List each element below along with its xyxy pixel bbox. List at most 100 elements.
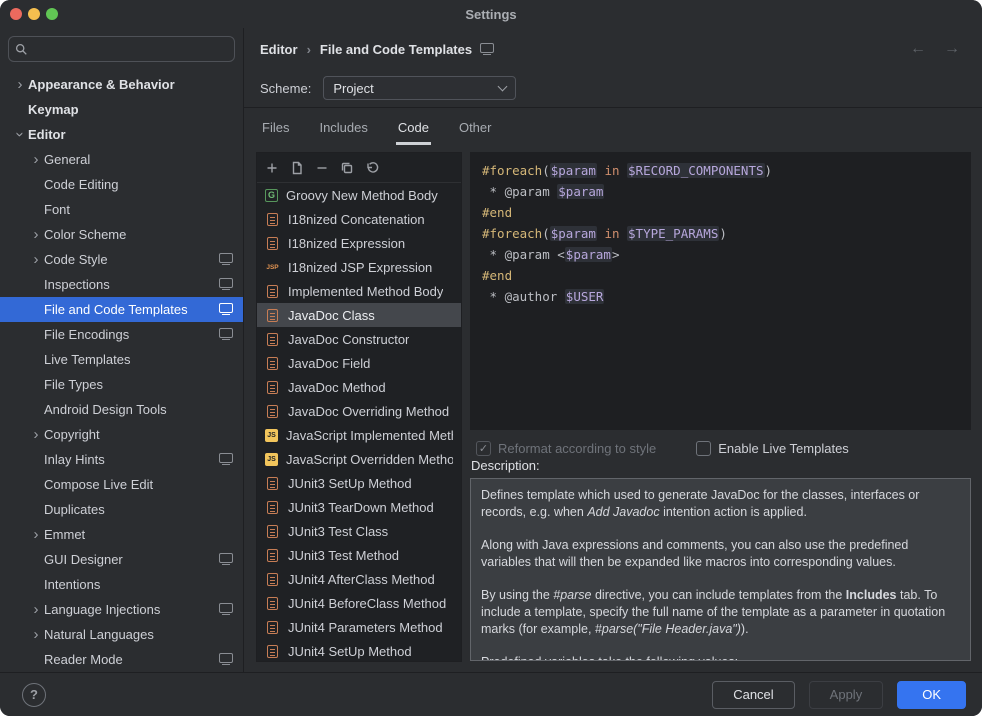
template-file-icon [267, 381, 278, 394]
breadcrumb-separator: › [307, 42, 311, 57]
monitor-icon [219, 603, 233, 613]
tab-other[interactable]: Other [457, 112, 494, 145]
settings-search[interactable] [8, 36, 235, 62]
tab-files[interactable]: Files [260, 112, 291, 145]
template-item-label: JavaDoc Method [288, 380, 386, 395]
template-item-junit3-test-method[interactable]: JUnit3 Test Method [257, 543, 461, 567]
help-button[interactable]: ? [22, 683, 46, 707]
template-item-i18nized-concatenation[interactable]: I18nized Concatenation [257, 207, 461, 231]
sidebar-item-file-and-code-templates[interactable]: File and Code Templates [0, 297, 243, 322]
sidebar-item-file-encodings[interactable]: File Encodings [0, 322, 243, 347]
chevron-right-icon[interactable]: › [28, 427, 44, 442]
remove-template-icon[interactable] [314, 160, 330, 176]
sidebar-item-intentions[interactable]: Intentions [0, 572, 243, 597]
template-item-javadoc-constructor[interactable]: JavaDoc Constructor [257, 327, 461, 351]
sidebar-item-live-templates[interactable]: Live Templates [0, 347, 243, 372]
copy-template-icon[interactable] [339, 160, 355, 176]
chevron-right-icon[interactable]: › [28, 627, 44, 642]
search-input[interactable] [32, 41, 228, 58]
create-child-template-icon[interactable] [289, 160, 305, 176]
description-panel[interactable]: Defines template which used to generate … [470, 478, 971, 661]
sidebar-item-label: Natural Languages [44, 627, 233, 642]
template-item-i18nized-jsp-expression[interactable]: JSPI18nized JSP Expression [257, 255, 461, 279]
sidebar-item-android-design-tools[interactable]: Android Design Tools [0, 397, 243, 422]
template-item-groovy-new-method-body[interactable]: GGroovy New Method Body [257, 183, 461, 207]
sidebar-item-compose-live-edit[interactable]: Compose Live Edit [0, 472, 243, 497]
ok-button[interactable]: OK [897, 681, 966, 709]
sidebar-item-reader-mode[interactable]: Reader Mode [0, 647, 243, 672]
sidebar-item-keymap[interactable]: Keymap [0, 97, 243, 122]
template-item-javascript-overridden-method-body[interactable]: JSJavaScript Overridden Method Body [257, 447, 461, 471]
sidebar-item-code-editing[interactable]: Code Editing [0, 172, 243, 197]
chevron-right-icon[interactable]: › [28, 227, 44, 242]
enable-live-templates-checkbox[interactable]: Enable Live Templates [696, 441, 849, 456]
template-list: GGroovy New Method BodyI18nized Concaten… [257, 183, 461, 662]
template-item-junit3-setup-method[interactable]: JUnit3 SetUp Method [257, 471, 461, 495]
sidebar-item-general[interactable]: ›General [0, 147, 243, 172]
sidebar-item-natural-languages[interactable]: ›Natural Languages [0, 622, 243, 647]
reformat-label: Reformat according to style [498, 441, 656, 456]
template-item-javadoc-overriding-method[interactable]: JavaDoc Overriding Method [257, 399, 461, 423]
reset-to-default-icon[interactable] [364, 160, 380, 176]
code-line: * @author $USER [482, 286, 959, 307]
template-item-label: JUnit4 AfterClass Method [288, 572, 435, 587]
checkbox-checked-icon: ✓ [476, 441, 491, 456]
scheme-select[interactable]: Project [323, 76, 516, 100]
template-item-javadoc-class[interactable]: JavaDoc Class [257, 303, 461, 327]
template-item-junit4-afterclass-method[interactable]: JUnit4 AfterClass Method [257, 567, 461, 591]
template-item-label: JUnit4 SetUp Method [288, 644, 412, 659]
sidebar-item-editor[interactable]: ›Editor [0, 122, 243, 147]
back-icon[interactable]: ← [910, 40, 926, 58]
template-item-junit4-parameters-method[interactable]: JUnit4 Parameters Method [257, 615, 461, 639]
template-item-junit3-teardown-method[interactable]: JUnit3 TearDown Method [257, 495, 461, 519]
sidebar-item-inlay-hints[interactable]: Inlay Hints [0, 447, 243, 472]
template-item-label: I18nized Expression [288, 236, 405, 251]
chevron-down-icon[interactable]: › [13, 127, 28, 143]
template-item-label: Implemented Method Body [288, 284, 443, 299]
chevron-right-icon[interactable]: › [28, 602, 44, 617]
sidebar-item-code-style[interactable]: ›Code Style [0, 247, 243, 272]
code-line: #end [482, 202, 959, 223]
template-file-icon [267, 549, 278, 562]
sidebar-item-color-scheme[interactable]: ›Color Scheme [0, 222, 243, 247]
template-item-junit3-test-class[interactable]: JUnit3 Test Class [257, 519, 461, 543]
monitor-icon [219, 453, 233, 463]
template-item-javadoc-method[interactable]: JavaDoc Method [257, 375, 461, 399]
sidebar-item-duplicates[interactable]: Duplicates [0, 497, 243, 522]
template-item-javadoc-field[interactable]: JavaDoc Field [257, 351, 461, 375]
sidebar-item-emmet[interactable]: ›Emmet [0, 522, 243, 547]
template-item-label: JUnit3 TearDown Method [288, 500, 434, 515]
chevron-right-icon[interactable]: › [28, 527, 44, 542]
template-item-javascript-implemented-method-body[interactable]: JSJavaScript Implemented Method Body [257, 423, 461, 447]
sidebar-item-file-types[interactable]: File Types [0, 372, 243, 397]
chevron-right-icon[interactable]: › [28, 252, 44, 267]
cancel-button[interactable]: Cancel [712, 681, 794, 709]
settings-sidebar: ›Appearance & BehaviorKeymap›Editor›Gene… [0, 28, 244, 672]
sidebar-item-language-injections[interactable]: ›Language Injections [0, 597, 243, 622]
forward-icon[interactable]: → [944, 40, 960, 58]
groovy-file-icon: G [265, 189, 278, 202]
template-item-label: JavaDoc Overriding Method [288, 404, 449, 419]
chevron-right-icon[interactable]: › [12, 77, 28, 92]
sidebar-item-appearance-behavior[interactable]: ›Appearance & Behavior [0, 72, 243, 97]
reformat-checkbox[interactable]: ✓ Reformat according to style [476, 441, 656, 456]
settings-main: Editor › File and Code Templates ← → Sch… [244, 28, 982, 672]
template-editor[interactable]: #foreach($param in $RECORD_COMPONENTS) *… [470, 152, 971, 430]
sidebar-item-copyright[interactable]: ›Copyright [0, 422, 243, 447]
template-item-junit4-beforeclass-method[interactable]: JUnit4 BeforeClass Method [257, 591, 461, 615]
monitor-icon [480, 43, 494, 53]
chevron-right-icon[interactable]: › [28, 152, 44, 167]
sidebar-item-font[interactable]: Font [0, 197, 243, 222]
template-item-junit4-setup-method[interactable]: JUnit4 SetUp Method [257, 639, 461, 662]
sidebar-item-inspections[interactable]: Inspections [0, 272, 243, 297]
tab-code[interactable]: Code [396, 112, 431, 145]
tab-includes[interactable]: Includes [317, 112, 369, 145]
add-template-icon[interactable] [264, 160, 280, 176]
apply-button[interactable]: Apply [809, 681, 884, 709]
breadcrumb-editor[interactable]: Editor [260, 42, 298, 57]
template-item-i18nized-expression[interactable]: I18nized Expression [257, 231, 461, 255]
template-file-icon [267, 573, 278, 586]
template-item-label: JUnit4 Parameters Method [288, 620, 443, 635]
sidebar-item-gui-designer[interactable]: GUI Designer [0, 547, 243, 572]
template-item-implemented-method-body[interactable]: Implemented Method Body [257, 279, 461, 303]
